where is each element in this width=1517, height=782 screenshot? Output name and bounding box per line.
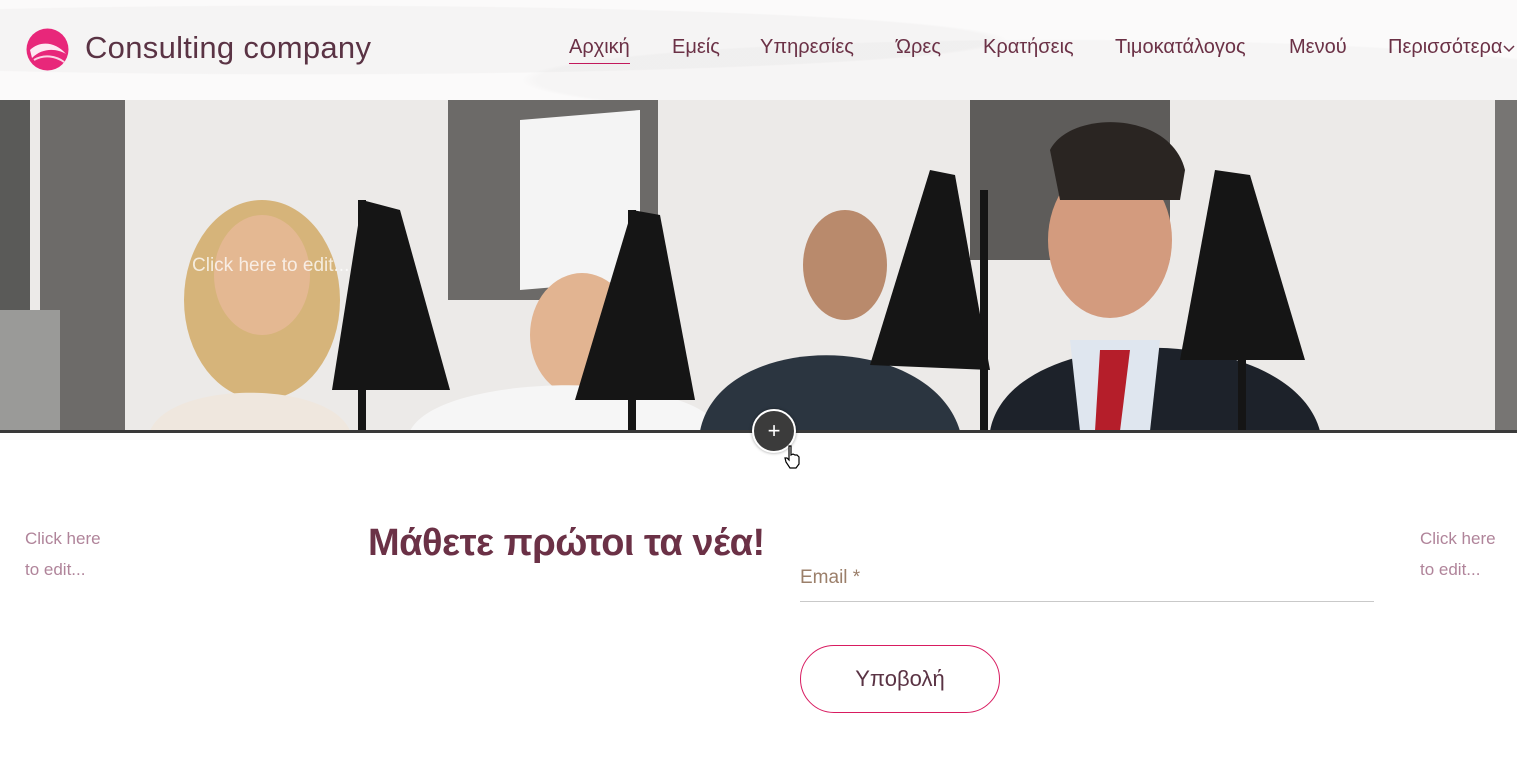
hero-edit-placeholder[interactable]: Click here to edit... xyxy=(192,255,349,277)
right-edit-line-2: to edit... xyxy=(1420,560,1481,579)
nav-item-bookings[interactable]: Κρατήσεις xyxy=(983,36,1074,63)
chevron-down-icon[interactable] xyxy=(1503,44,1515,54)
hero-banner[interactable]: Click here to edit... xyxy=(0,100,1517,431)
hand-pointer-icon xyxy=(784,445,800,469)
newsletter-headline: Μάθετε πρώτοι τα νέα! xyxy=(368,522,765,564)
email-label: Email * xyxy=(800,567,861,588)
plus-icon: + xyxy=(767,418,781,443)
brand-name[interactable]: Consulting company xyxy=(85,30,371,66)
right-edit-line-1: Click here xyxy=(1420,529,1496,548)
nav-item-services[interactable]: Υπηρεσίες xyxy=(760,36,854,63)
nav-item-pricelist[interactable]: Τιμοκατάλογος xyxy=(1115,36,1246,63)
nav-item-home[interactable]: Αρχική xyxy=(569,36,630,64)
nav-item-menu[interactable]: Μενού xyxy=(1289,36,1347,63)
nav-item-about[interactable]: Εμείς xyxy=(672,36,720,63)
submit-button[interactable]: Υποβολή xyxy=(800,645,1000,713)
left-edit-line-2: to edit... xyxy=(25,560,86,579)
brand-logo-icon[interactable] xyxy=(26,28,69,71)
left-edit-placeholder[interactable]: Click here to edit... xyxy=(25,523,125,585)
site-header: Consulting company Αρχική Εμείς Υπηρεσίε… xyxy=(0,0,1517,100)
left-edit-line-1: Click here xyxy=(25,529,101,548)
right-edit-placeholder[interactable]: Click here to edit... xyxy=(1420,523,1517,585)
nav-item-hours[interactable]: Ώρες xyxy=(896,36,941,63)
email-field[interactable] xyxy=(800,562,1374,602)
nav-item-more[interactable]: Περισσότερα xyxy=(1388,36,1502,63)
